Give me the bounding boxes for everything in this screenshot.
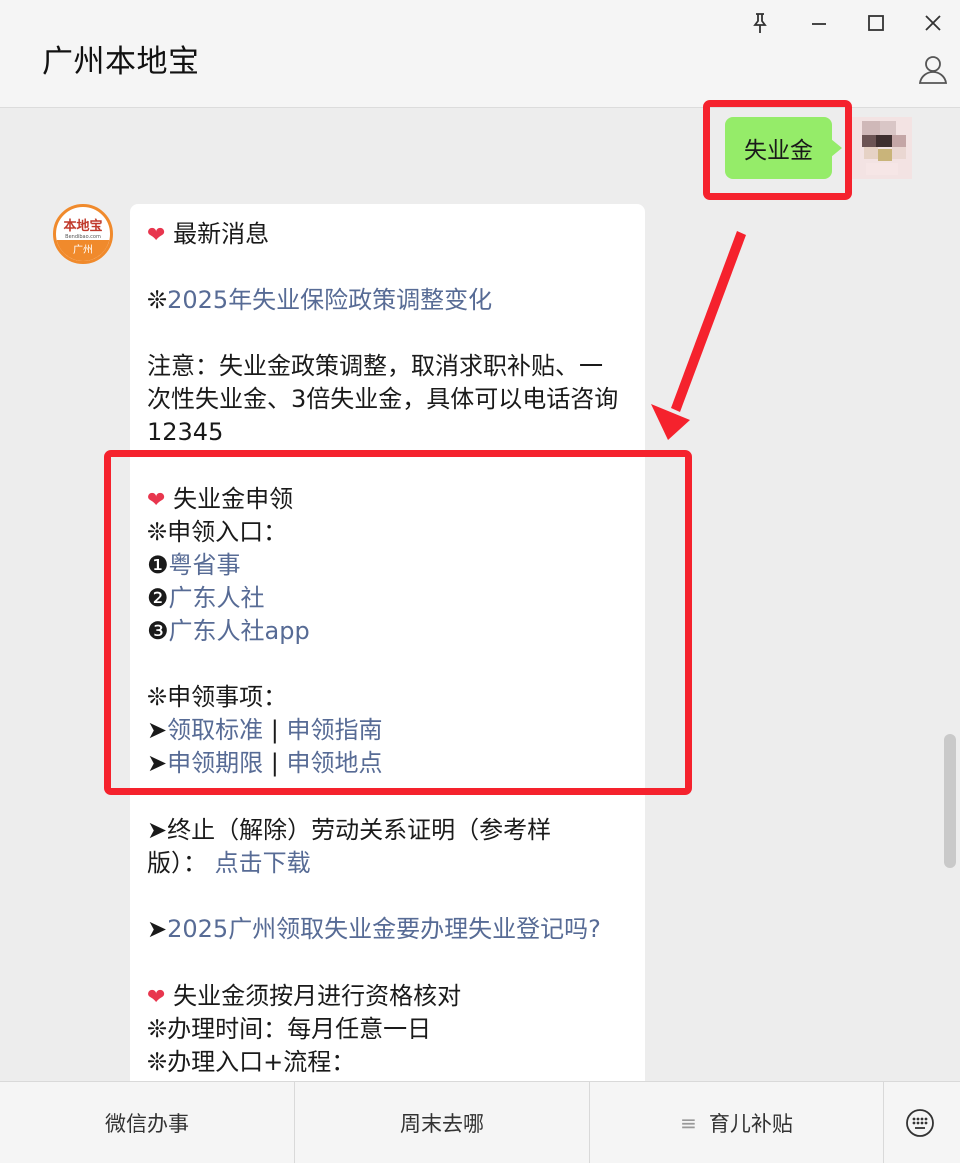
menu-item-label: 周末去哪 <box>400 1112 484 1136</box>
submenu-icon: ≡ <box>680 1111 697 1135</box>
bottom-menu: 微信办事 周末去哪 ≡ 育儿补贴 <box>0 1081 960 1163</box>
menu-divider <box>883 1082 884 1163</box>
menu-item-label: 育儿补贴 <box>708 1112 793 1136</box>
menu-item-weekend[interactable]: 周末去哪 <box>295 1082 589 1163</box>
keyboard-icon[interactable] <box>905 1108 935 1138</box>
annotation-arrow-icon <box>651 231 746 440</box>
menu-item-wechat-service[interactable]: 微信办事 <box>0 1082 294 1163</box>
menu-item-label: 微信办事 <box>105 1112 189 1136</box>
menu-item-childcare-subsidy[interactable]: ≡ 育儿补贴 <box>590 1082 883 1163</box>
